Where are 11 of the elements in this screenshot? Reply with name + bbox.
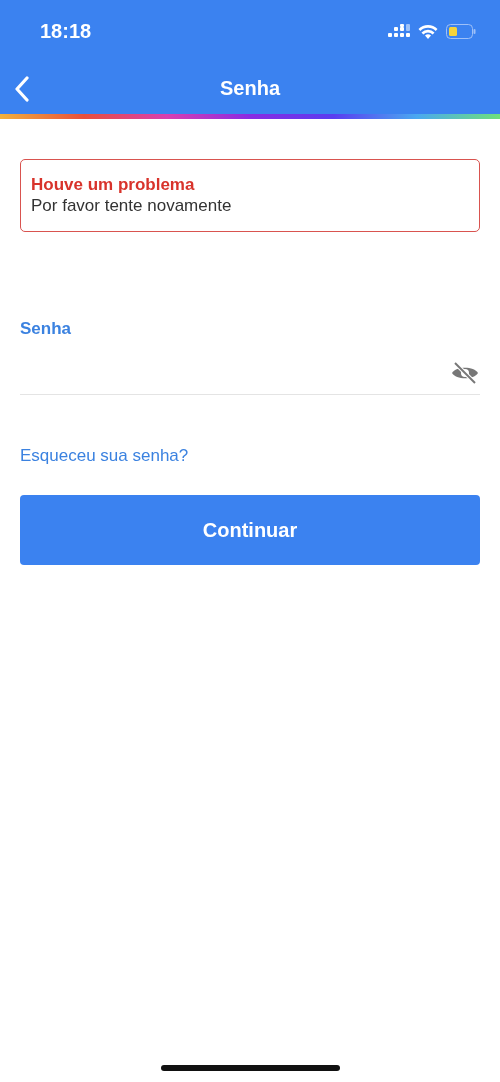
- field-label: Senha: [20, 317, 73, 340]
- status-time: 18:18: [40, 19, 92, 44]
- wifi-icon: [418, 23, 438, 39]
- forgot-password-link[interactable]: Esqueceu sua senha?: [20, 443, 189, 469]
- page-title: Senha: [220, 76, 280, 101]
- error-title: Houve um problema: [31, 174, 196, 196]
- continue-button[interactable]: Continuar: [20, 494, 480, 565]
- error-message: Por favor tente novamente: [31, 195, 233, 217]
- signal-icon: [388, 24, 410, 38]
- battery-icon: [446, 23, 476, 39]
- eye-slash-icon[interactable]: [450, 360, 480, 385]
